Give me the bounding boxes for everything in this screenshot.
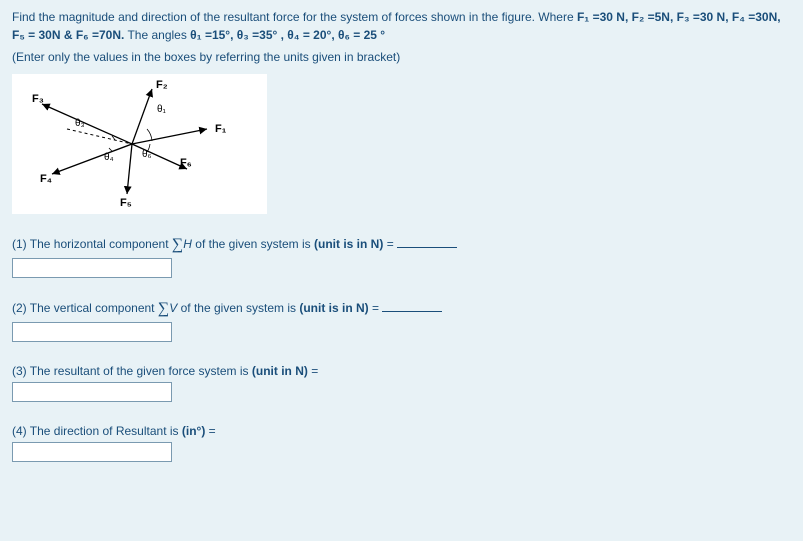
q3-prefix: (3) The resultant of the given force sys… — [12, 364, 252, 378]
label-f2: F₂ — [156, 79, 168, 91]
label-f4: F₄ — [40, 173, 52, 185]
vector-f4 — [52, 144, 132, 174]
vector-f3 — [42, 104, 132, 144]
label-theta4: θ₄ — [104, 152, 114, 163]
q2-var: V — [169, 301, 177, 315]
answer-input-1[interactable] — [12, 258, 172, 278]
label-f5: F₅ — [120, 197, 132, 209]
blank-line — [382, 302, 442, 312]
arc-theta1 — [147, 129, 152, 141]
answer-input-4[interactable] — [12, 442, 172, 462]
force-diagram: F₁ F₂ F₃ F₄ F₅ F₆ θ₁ θ₃ θ₄ θ₆ — [12, 74, 267, 214]
vector-f6 — [132, 144, 187, 169]
q2-equals: = — [372, 301, 382, 315]
label-theta1: θ₁ — [157, 104, 167, 115]
q4-prefix: (4) The direction of Resultant is — [12, 424, 182, 438]
sigma-icon: ∑ — [172, 236, 183, 253]
q1-var: H — [183, 237, 192, 251]
q2-mid-text: of the given system is — [181, 301, 300, 315]
q1-mid-text: of the given system is — [195, 237, 314, 251]
label-f1: F₁ — [215, 123, 227, 135]
angles-values: θ₁ =15°, θ₃ =35° , θ₄ = 20°, θ₆ = 25 ° — [190, 28, 385, 42]
sigma-icon: ∑ — [158, 300, 169, 317]
q2-unit: (unit is in N) — [299, 301, 368, 315]
q3-unit: (unit in N) — [252, 364, 308, 378]
problem-statement: Find the magnitude and direction of the … — [12, 8, 791, 44]
answer-input-2[interactable] — [12, 322, 172, 342]
vector-f5 — [127, 144, 132, 194]
blank-line — [397, 238, 457, 248]
label-theta3: θ₃ — [75, 118, 85, 129]
reference-line — [67, 129, 132, 144]
q3-equals: = — [311, 364, 318, 378]
label-f3: F₃ — [32, 93, 44, 105]
answer-input-3[interactable] — [12, 382, 172, 402]
question-1: (1) The horizontal component ∑H of the g… — [12, 236, 791, 254]
intro-text-2: The angles — [127, 28, 190, 42]
q4-equals: = — [209, 424, 216, 438]
q1-equals: = — [387, 237, 397, 251]
vector-f1 — [132, 129, 207, 144]
intro-text-1: Find the magnitude and direction of the … — [12, 10, 577, 24]
q4-unit: (in°) — [182, 424, 205, 438]
question-4: (4) The direction of Resultant is (in°) … — [12, 424, 791, 438]
instruction-text: (Enter only the values in the boxes by r… — [12, 50, 791, 64]
diagram-svg: F₁ F₂ F₃ F₄ F₅ F₆ θ₁ θ₃ θ₄ θ₆ — [12, 74, 267, 214]
vector-f2 — [132, 89, 152, 144]
question-2: (2) The vertical component ∑V of the giv… — [12, 300, 791, 318]
question-3: (3) The resultant of the given force sys… — [12, 364, 791, 378]
arc-theta4 — [109, 148, 112, 151]
q1-prefix: (1) The horizontal component — [12, 237, 172, 251]
label-theta6: θ₆ — [142, 149, 152, 160]
q1-unit: (unit is in N) — [314, 237, 383, 251]
q2-prefix: (2) The vertical component — [12, 301, 158, 315]
label-f6: F₆ — [180, 157, 192, 169]
